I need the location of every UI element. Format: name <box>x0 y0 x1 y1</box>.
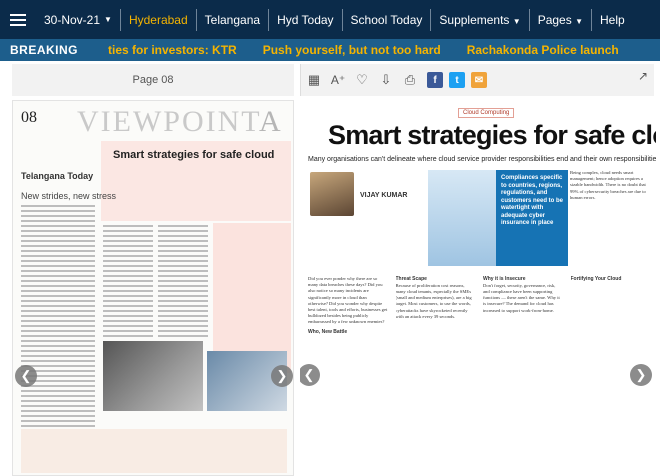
email-icon[interactable]: ✉ <box>471 72 487 88</box>
chevron-down-icon: ▼ <box>104 14 112 24</box>
section-title: VIEWPOINT <box>77 105 262 138</box>
pull-quote: Compliances specific to countries, regio… <box>496 170 568 266</box>
article-toolbar: ▦ A⁺ ♡ ⇩ ⎙ f t ✉ ↗ <box>300 64 654 96</box>
column-paragraph: Don't forget, security, governance, risk… <box>483 282 560 313</box>
article-body: Did you ever ponder why there are so man… <box>308 276 650 476</box>
author-name: VIJAY KUMAR <box>360 192 408 199</box>
decorative-letter: A <box>259 105 281 138</box>
newspaper-page-preview[interactable]: 08 VIEWPOINT A Smart strategies for safe… <box>12 100 294 476</box>
article-column: Threat Scape Because of proliferation co… <box>396 276 476 476</box>
breaking-news-bar: BREAKING ties for investors: KTR Push yo… <box>0 39 660 61</box>
author-photo <box>310 172 354 216</box>
ticker-item[interactable]: Rachakonda Police launch <box>467 43 619 57</box>
twitter-icon[interactable]: t <box>449 72 465 88</box>
facebook-icon[interactable]: f <box>427 72 443 88</box>
article-photo <box>103 341 203 411</box>
nav-supplements-label: Supplements <box>439 12 510 27</box>
nav-hyd-today[interactable]: Hyd Today <box>269 8 343 31</box>
page-label-bar: Page 08 <box>12 64 294 96</box>
prev-page-icon[interactable]: ❮ <box>15 365 37 387</box>
nav-supplements[interactable]: Supplements ▼ <box>431 8 530 31</box>
nav-hyderabad[interactable]: Hyderabad <box>121 8 197 31</box>
column-heading: Fortifying Your Cloud <box>570 276 622 282</box>
column-title: New strides, new stress <box>21 191 117 201</box>
download-icon[interactable]: ⇩ <box>375 69 397 91</box>
article-headline: Smart strategies for safe cloud <box>328 120 656 150</box>
menu-icon[interactable] <box>0 0 36 39</box>
column-paragraph: Did you ever ponder why there are so man… <box>308 276 388 325</box>
date-selector[interactable]: 30-Nov-21 ▼ <box>36 8 121 31</box>
chevron-down-icon: ▼ <box>575 16 583 26</box>
column-heading: Who, New Battle <box>308 328 348 335</box>
column-heading: Why it is Insecure <box>483 276 526 282</box>
article-view: Cloud Computing Smart strategies for saf… <box>300 100 656 476</box>
breaking-label: BREAKING <box>10 43 79 57</box>
ticker-item[interactable]: Push yourself, but not too hard <box>263 43 441 57</box>
ticker-item[interactable]: ties for investors: KTR <box>108 43 237 57</box>
page-number: 08 <box>21 109 37 126</box>
article-region[interactable] <box>21 429 287 473</box>
chevron-down-icon: ▼ <box>512 16 521 26</box>
column-text <box>21 205 95 430</box>
next-article-icon[interactable]: ❯ <box>630 364 652 386</box>
mini-headline: Smart strategies for safe cloud <box>113 149 275 161</box>
article-tag: Cloud Computing <box>458 108 515 118</box>
nav-pages[interactable]: Pages ▼ <box>530 8 592 31</box>
masthead-logo: Telangana Today <box>21 171 94 181</box>
column-text <box>158 225 208 340</box>
article-subhead: Many organisations can't delineate where… <box>308 156 656 163</box>
font-size-icon[interactable]: A⁺ <box>327 69 349 91</box>
page-label: Page 08 <box>132 74 174 86</box>
nav-pages-label: Pages <box>537 12 572 27</box>
column-heading: Threat Scape <box>395 276 427 282</box>
next-page-icon[interactable]: ❯ <box>271 365 293 387</box>
grid-view-icon[interactable]: ▦ <box>303 69 325 91</box>
column-text <box>103 225 153 340</box>
top-nav-bar: 30-Nov-21 ▼ Hyderabad Telangana Hyd Toda… <box>0 0 660 39</box>
article-column: Why it is Insecure Don't forget, securit… <box>483 276 563 476</box>
cloud-illustration <box>428 170 496 266</box>
heart-icon[interactable]: ♡ <box>351 69 373 91</box>
nav-school-today[interactable]: School Today <box>343 8 432 31</box>
open-external-icon[interactable]: ↗ <box>638 69 648 83</box>
print-icon[interactable]: ⎙ <box>399 69 421 91</box>
article-column: Being complex, cloud needs smart managem… <box>570 170 646 200</box>
column-paragraph: Because of proliferation cost reasons, m… <box>395 282 472 319</box>
date-label: 30-Nov-21 <box>44 12 101 27</box>
nav-help[interactable]: Help <box>592 9 633 31</box>
nav-telangana[interactable]: Telangana <box>197 8 270 31</box>
breaking-ticker[interactable]: ties for investors: KTR Push yourself, b… <box>108 43 619 57</box>
